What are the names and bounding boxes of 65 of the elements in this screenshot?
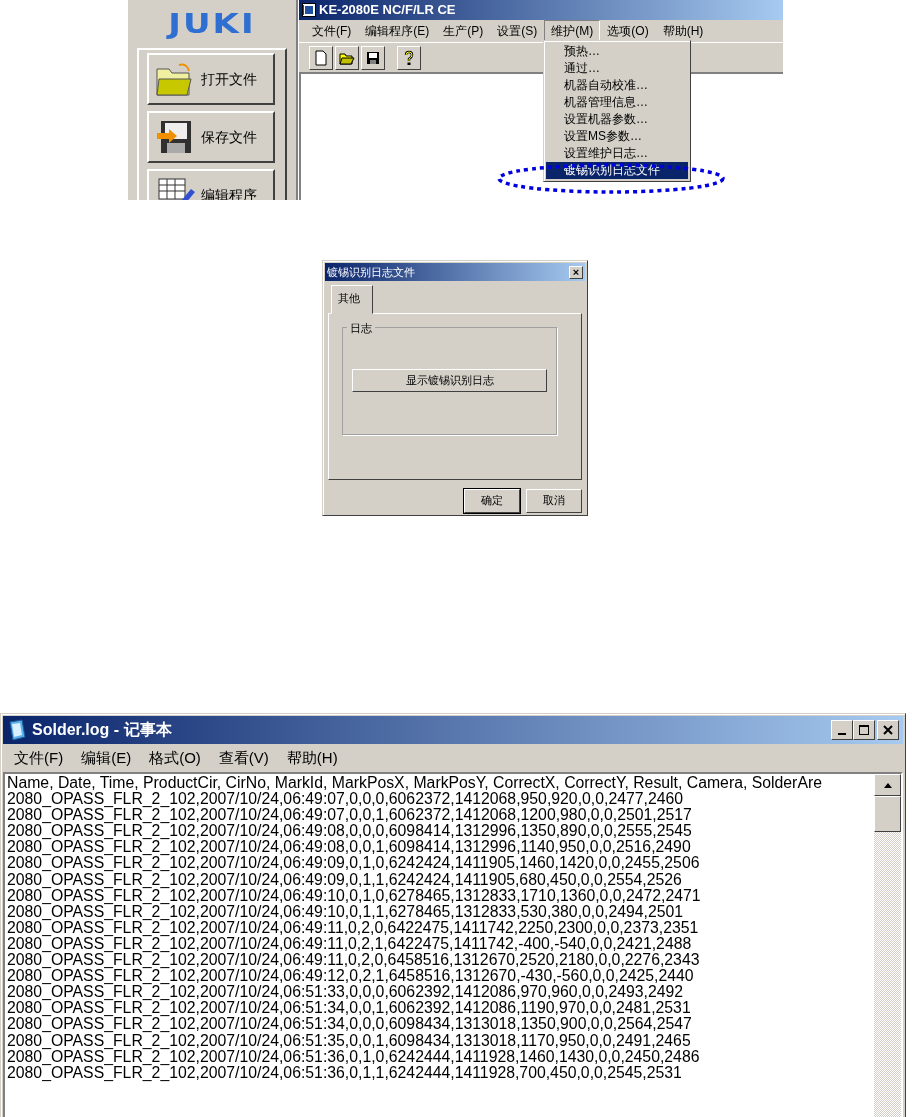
menu-item[interactable]: 设置机器参数… [546, 111, 688, 128]
tab[interactable]: 其他 [331, 285, 373, 314]
menu-item[interactable]: 文件(F) [305, 20, 359, 42]
menu-item[interactable]: 设置MS参数… [546, 128, 688, 145]
text-line: 2080_OPASS_FLR_2_102,2007/10/24,06:49:10,0,1,0,6278465,1312833,1710,1360,0,0,2472,2471 [7, 887, 702, 904]
toolbar-button[interactable] [397, 45, 421, 70]
text-line: 2080_OPASS_FLR_2_102,2007/10/24,06:49:07,0,0,1,6062372,1412068,1200,980,0,0,2501,2517 [7, 807, 693, 824]
text-line: 2080_OPASS_FLR_2_102,2007/10/24,06:49:11,0,2,0,6458516,1312670,2520,2180,0,0,2276,2343 [7, 952, 701, 969]
maximize-button[interactable] [853, 720, 875, 740]
toolbar-button[interactable] [361, 45, 385, 70]
menu-item[interactable]: 机器自动校准… [546, 77, 688, 94]
text-line: 2080_OPASS_FLR_2_102,2007/10/24,06:51:35,0,0,1,6098434,1313018,1170,950,0,0,2491,2465 [7, 1032, 692, 1049]
menu-item[interactable]: 查看(V) [211, 746, 276, 770]
side-button[interactable]: 保存文件 [147, 111, 275, 163]
text-line: 2080_OPASS_FLR_2_102,2007/10/24,06:49:11,0,2,1,6422475,1411742,-400,-540,0,0,2421,2488 [7, 935, 692, 953]
scroll-thumb[interactable] [874, 796, 901, 832]
menu-item[interactable]: 生产(P) [436, 20, 491, 42]
scrollbar[interactable] [874, 774, 901, 1117]
close-button[interactable] [877, 720, 899, 740]
close-icon [881, 724, 895, 736]
window-title: Solder.log - 记事本 [32, 720, 173, 740]
logo: JUKI [168, 9, 256, 37]
text-line: 2080_OPASS_FLR_2_102,2007/10/24,06:49:08,0,0,0,6098414,1312996,1350,890,0,0,2555,2545 [7, 823, 693, 840]
dialog-button[interactable]: 取消 [526, 488, 582, 513]
text-line: 2080_OPASS_FLR_2_102,2007/10/24,06:51:33,0,0,0,6062392,1412086,970,960,0,0,2493,2492 [7, 984, 684, 1001]
up-arrow-icon [883, 782, 892, 788]
text-line: 2080_OPASS_FLR_2_102,2007/10/24,06:49:09,0,1,1,6242424,1411905,680,450,0,0,2554,2526 [7, 871, 682, 888]
dialog-title: 镀锡识别日志文件 [327, 264, 415, 280]
group-label: 日志 [347, 319, 375, 336]
text-line: 2080_OPASS_FLR_2_102,2007/10/24,06:49:08,0,0,1,6098414,1312996,1140,950,0,0,2516,2490 [7, 839, 691, 856]
notepad-icon [7, 719, 27, 741]
text-line: 2080_OPASS_FLR_2_102,2007/10/24,06:49:07,0,0,0,6062372,1412068,950,920,0,0,2477,2460 [7, 791, 684, 808]
text-line: 2080_OPASS_FLR_2_102,2007/10/24,06:51:34,0,0,1,6062392,1412086,1190,970,0,0,2481,2531 [7, 1000, 692, 1017]
menu-item[interactable]: 预热… [546, 43, 688, 60]
app-icon [302, 3, 316, 17]
menu-item[interactable]: 文件(F) [7, 746, 71, 770]
menu-item[interactable]: 设置(S) [490, 20, 545, 42]
text-line: 2080_OPASS_FLR_2_102,2007/10/24,06:51:34,0,0,0,6098434,1313018,1350,900,0,0,2564,2547 [7, 1016, 693, 1033]
menu-item[interactable]: 设置维护日志… [546, 145, 688, 162]
new-file-icon [313, 49, 329, 66]
menu-item[interactable]: 格式(O) [142, 746, 208, 770]
menu-item[interactable]: 帮助(H) [655, 20, 711, 42]
text-line: 2080_OPASS_FLR_2_102,2007/10/24,06:49:10,0,1,1,6278465,1312833,530,380,0,0,2494,2501 [7, 903, 684, 920]
text-line: 2080_OPASS_FLR_2_102,2007/10/24,06:49:12,0,2,1,6458516,1312670,-430,-560,0,0,2425,2440 [7, 968, 694, 985]
text-line: 2080_OPASS_FLR_2_102,2007/10/24,06:51:36,0,1,0,6242444,1411928,1460,1430,0,0,2450,2486 [7, 1048, 701, 1065]
dialog-button[interactable]: 确定 [464, 488, 520, 513]
menu-item[interactable]: 帮助(H) [279, 746, 345, 770]
text-line: Name, Date, Time, ProductCir, CirNo, MarkId, MarkPosX, MarkPosY, CorrectX, CorrectY, Result, Camera, SolderAre [7, 775, 823, 792]
close-button[interactable]: × [569, 265, 583, 279]
menu-item[interactable]: 通过… [546, 60, 688, 77]
show-log-button[interactable]: 显示镀锡识别日志 [352, 369, 547, 392]
toolbar-button[interactable] [335, 45, 359, 70]
window-title: KE-2080E NC/F/LR CE [319, 1, 456, 20]
menu-item[interactable]: 选项(O) [600, 20, 656, 42]
side-button[interactable]: 打开文件 [147, 53, 275, 105]
text-line: 2080_OPASS_FLR_2_102,2007/10/24,06:49:09,0,1,0,6242424,1411905,1460,1420,0,0,2455,2506 [7, 855, 701, 872]
menu-item[interactable]: 编辑程序(E) [358, 20, 437, 42]
menu-item[interactable]: 编辑(E) [74, 746, 139, 770]
text-line: 2080_OPASS_FLR_2_102,2007/10/24,06:49:11,0,2,0,6422475,1411742,2250,2300,0,0,2373,2351 [7, 919, 700, 936]
toolbar-button[interactable] [309, 45, 333, 70]
menu-item[interactable]: 机器管理信息… [546, 94, 688, 111]
minimize-icon [838, 733, 846, 735]
maximize-icon [857, 724, 871, 736]
minimize-button[interactable] [831, 720, 853, 740]
text-line: 2080_OPASS_FLR_2_102,2007/10/24,06:51:36,0,1,1,6242444,1411928,700,450,0,0,2545,2531 [7, 1064, 682, 1081]
